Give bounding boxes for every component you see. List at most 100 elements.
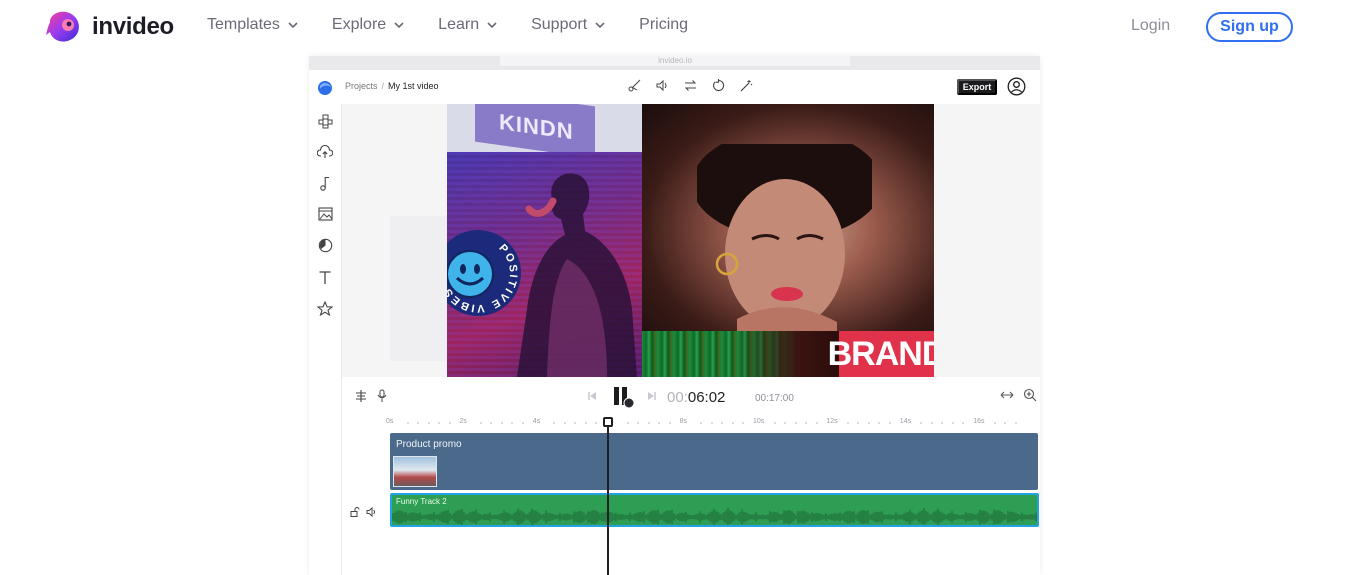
ruler-tick-dot	[438, 422, 440, 424]
ruler-tick-dot	[742, 422, 745, 424]
audio-track-label: Funny Track 2	[396, 497, 447, 506]
ruler-tick-dot	[490, 422, 493, 424]
clip-thumbnail	[393, 456, 437, 487]
nav-pricing[interactable]: Pricing	[639, 16, 688, 34]
invideo-app-icon[interactable]	[317, 80, 333, 96]
ruler-tick-dot	[815, 422, 818, 424]
ruler-tick-dot	[784, 422, 786, 424]
ruler-tick-label: 16s	[973, 418, 985, 425]
scissors-icon[interactable]	[627, 78, 642, 93]
ruler-tick-dot	[1004, 422, 1007, 424]
skip-back-icon[interactable]	[587, 391, 597, 401]
ruler-tick-dot	[731, 422, 734, 424]
browser-url: invideo.io	[500, 56, 850, 66]
audio-track-clip[interactable]: Funny Track 2	[390, 493, 1039, 527]
star-icon[interactable]	[316, 299, 334, 317]
fit-width-icon[interactable]	[1000, 390, 1014, 400]
nav-pricing-label: Pricing	[639, 16, 689, 33]
speaker-icon[interactable]	[366, 504, 377, 522]
login-link[interactable]: Login	[1131, 17, 1170, 35]
browser-bar: invideo.io	[309, 56, 1040, 70]
rotate-icon[interactable]	[711, 78, 726, 93]
ruler-tick-dot	[563, 422, 566, 424]
upload-icon[interactable]	[316, 143, 334, 161]
ruler-tick-label: 2s	[459, 418, 467, 425]
unlock-icon[interactable]	[350, 504, 360, 522]
editor-sidebar	[309, 104, 342, 575]
nav-support[interactable]: Support	[531, 16, 605, 34]
ruler-tick-dot	[427, 422, 430, 424]
swap-icon[interactable]	[683, 78, 698, 93]
skip-forward-icon[interactable]	[647, 391, 657, 401]
nav-explore-label: Explore	[331, 16, 387, 33]
ruler-tick-dot	[930, 422, 933, 424]
ruler-tick-dot	[584, 422, 587, 424]
magic-wand-icon[interactable]	[739, 78, 754, 93]
breadcrumb-projects[interactable]: Projects	[345, 81, 378, 91]
video-track-clip[interactable]: Product promo	[390, 433, 1038, 490]
positive-vibes-badge: POSITIVE VIBES	[447, 230, 521, 316]
ruler-tick-dot	[647, 422, 650, 424]
chevron-down-icon	[595, 21, 605, 28]
zoom-in-icon[interactable]	[1023, 388, 1037, 402]
ruler-tick-dot	[857, 422, 860, 424]
smiley-icon	[447, 250, 494, 298]
preview-tile-portrait	[642, 104, 934, 334]
ruler-tick-dot	[941, 422, 944, 424]
brand-logo[interactable]: invideo	[44, 8, 174, 46]
current-time-main: 06:02	[687, 389, 726, 406]
playhead-handle[interactable]	[603, 417, 614, 427]
account-icon[interactable]	[1007, 77, 1026, 96]
layouts-icon[interactable]	[316, 112, 334, 130]
pause-button[interactable]	[612, 385, 636, 409]
ruler-tick-dot	[962, 422, 965, 424]
ruler-tick-label: 4s	[532, 418, 541, 425]
ruler-tick-dot	[805, 422, 807, 424]
ruler-tick-dot	[878, 422, 881, 424]
preview-tile-brand: BRAND	[828, 331, 934, 377]
ruler-tick-dot	[700, 422, 703, 424]
nav-templates-label: Templates	[207, 16, 280, 33]
microphone-icon[interactable]	[376, 389, 388, 403]
volume-icon[interactable]	[655, 78, 670, 93]
ruler-tick-label: 14s	[899, 418, 912, 425]
sticker-icon[interactable]	[316, 236, 334, 254]
ruler-tick-dot	[574, 422, 577, 424]
ruler-tick-dot	[773, 422, 776, 424]
ruler-tick-dot	[1014, 422, 1017, 424]
ruler-tick-label: 8s	[679, 418, 687, 425]
audio-waveform	[392, 508, 1037, 525]
nav-explore[interactable]: Explore	[332, 16, 404, 34]
time-ruler[interactable]: 0s2s4s6s8s10s12s14s16s	[382, 418, 1032, 432]
export-button[interactable]: Export	[957, 79, 997, 95]
ruler-tick-dot	[721, 422, 724, 424]
breadcrumb-current[interactable]: My 1st video	[388, 81, 439, 91]
brand-overlay-text: BRAND	[827, 334, 934, 373]
editor-demo-frame: invideo.io Projects / My 1st video Expor…	[309, 56, 1040, 575]
ruler-tick-dot	[595, 422, 598, 424]
video-track-label: Product promo	[396, 439, 462, 450]
brand-name: invideo	[92, 13, 174, 40]
breadcrumb-separator: /	[381, 81, 385, 91]
playhead-line[interactable]	[607, 419, 610, 575]
video-preview[interactable]: KINDN POSITIVE VIBES BRAND	[447, 104, 934, 377]
waveform-path	[392, 508, 1037, 525]
ruler-tick-dot	[448, 422, 451, 424]
main-nav: Templates Explore Learn Support Pricing	[207, 16, 722, 34]
nav-learn[interactable]: Learn	[438, 16, 497, 34]
media-icon[interactable]	[316, 205, 334, 223]
ruler-tick-dot	[521, 422, 524, 424]
music-icon[interactable]	[316, 174, 334, 192]
ruler-tick-dot	[637, 422, 640, 424]
nav-templates[interactable]: Templates	[207, 16, 298, 34]
video-preview-area: KINDN POSITIVE VIBES BRAND	[342, 104, 1040, 377]
ruler-tick-label: 12s	[826, 418, 838, 425]
ruler-tick-dot	[993, 422, 996, 424]
ruler-tick-dot	[500, 422, 503, 424]
split-track-icon[interactable]	[354, 389, 368, 403]
ruler-tick-dot	[406, 422, 409, 424]
signup-button[interactable]: Sign up	[1206, 12, 1293, 42]
text-icon[interactable]	[316, 268, 334, 286]
preview-tile-fade	[737, 331, 839, 377]
ruler-tick-dot	[479, 422, 482, 424]
